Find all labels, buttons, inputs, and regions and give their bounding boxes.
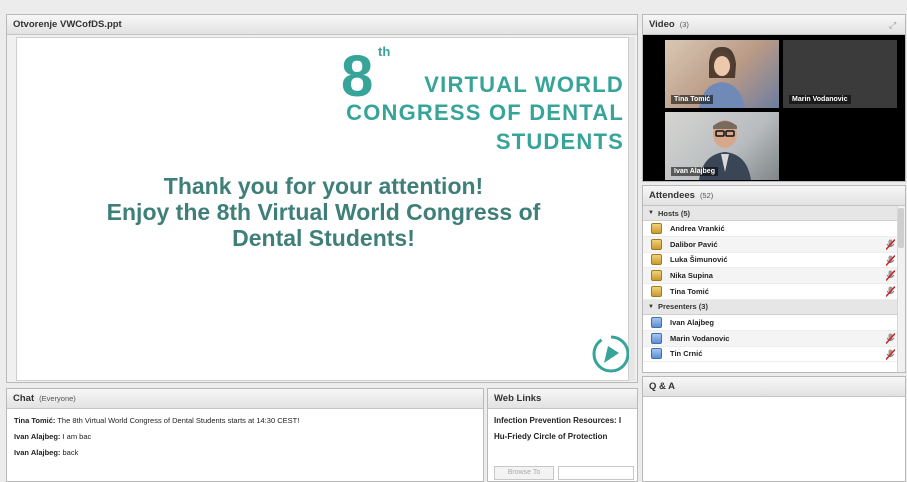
collapse-triangle-icon[interactable]: ▼ bbox=[648, 210, 654, 216]
attendee-name: Tin Crnić bbox=[670, 349, 703, 359]
connect-meeting-room: Otvorenje VWCofDS.ppt 8 th VIRTUAL WORLD… bbox=[0, 0, 907, 482]
hosts-group-label: Hosts (5) bbox=[657, 208, 691, 218]
logo-suffix: th bbox=[378, 44, 391, 59]
presenter-role-icon bbox=[651, 316, 662, 328]
attendee-name: Nika Supina bbox=[670, 271, 713, 281]
qa-pod: Q & A bbox=[642, 376, 906, 482]
attendee-row[interactable]: Dalibor Pavić bbox=[643, 236, 905, 253]
video-feed-name: Tina Tomić bbox=[671, 95, 714, 104]
video-pod-title: Video bbox=[649, 19, 675, 30]
chat-text: The 8th Virtual World Congress of Dental… bbox=[55, 416, 300, 425]
logo-number: 8 bbox=[341, 44, 374, 109]
attendee-row[interactable]: Marin Vodanovic bbox=[643, 330, 905, 347]
presenters-group-label: Presenters (3) bbox=[657, 302, 708, 312]
web-link[interactable]: Infection Prevention Resources: I bbox=[488, 409, 637, 427]
attendee-name: Luka Šimunović bbox=[670, 255, 728, 265]
chat-pod: Chat (Everyone) Tina Tomić: The 8th Virt… bbox=[6, 388, 484, 482]
presentation-slide: 8 th VIRTUAL WORLD CONGRESS OF DENTAL ST… bbox=[16, 37, 630, 381]
microphone-icon bbox=[886, 332, 895, 344]
video-feed[interactable]: Tina Tomić bbox=[665, 40, 779, 108]
presenters-list: Ivan Alajbeg Marin Vodanovic Tin Crnić bbox=[643, 315, 905, 363]
share-pod: Otvorenje VWCofDS.ppt 8 th VIRTUAL WORLD… bbox=[6, 14, 638, 383]
chat-message: Ivan Alajbeg: back bbox=[7, 443, 483, 459]
video-feed-name: Ivan Alajbeg bbox=[671, 167, 718, 176]
chat-author: Tina Tomić: bbox=[14, 416, 56, 425]
chat-scope[interactable]: (Everyone) bbox=[39, 394, 76, 403]
logo-line-2: CONGRESS OF DENTAL bbox=[346, 100, 624, 125]
slide-message-line-3: Dental Students! bbox=[232, 225, 415, 251]
chat-messages: Tina Tomić: The 8th Virtual World Congre… bbox=[7, 409, 483, 459]
attendee-row[interactable]: Nika Supina bbox=[643, 268, 905, 285]
hosts-group-header[interactable]: ▼ Hosts (5) bbox=[643, 206, 905, 221]
expand-icon[interactable]: ⤢ bbox=[889, 20, 899, 30]
attendees-pod-header: Attendees (52) bbox=[643, 186, 905, 206]
attendee-name: Andrea Vrankić bbox=[670, 223, 725, 233]
microphone-icon bbox=[886, 348, 895, 360]
host-role-icon bbox=[651, 286, 662, 298]
video-count: (3) bbox=[679, 20, 689, 29]
hosts-list: Andrea Vrankić Dalibor Pavić Luka Šimuno… bbox=[643, 221, 905, 300]
chat-author: Ivan Alajbeg: bbox=[14, 448, 61, 457]
qa-pod-header: Q & A bbox=[643, 377, 905, 397]
chat-text: I am bac bbox=[60, 432, 92, 441]
attendees-list: ▼ Hosts (5) Andrea Vrankić Dalibor Pavić… bbox=[643, 206, 905, 363]
attendee-row[interactable]: Tin Crnić bbox=[643, 347, 905, 363]
chat-author: Ivan Alajbeg: bbox=[14, 432, 61, 441]
video-feed-name: Marin Vodanovic bbox=[789, 95, 851, 104]
host-role-icon bbox=[651, 254, 662, 266]
congress-logo-mark-icon bbox=[592, 335, 630, 373]
web-links-pod: Web Links Infection Prevention Resources… bbox=[487, 388, 638, 482]
video-pod: Video (3) ⤢ Tina Tomić Marin Vodanovic I… bbox=[642, 14, 906, 182]
chat-pod-title: Chat bbox=[13, 393, 35, 404]
attendees-pod: Attendees (52) ▼ Hosts (5) Andrea Vranki… bbox=[642, 185, 906, 373]
slide-message-line-2: Enjoy the 8th Virtual World Congress of bbox=[106, 199, 541, 225]
logo-line-1: VIRTUAL WORLD bbox=[424, 72, 624, 97]
host-role-icon bbox=[651, 270, 662, 282]
chat-message: Ivan Alajbeg: I am bac bbox=[7, 427, 483, 443]
attendee-name: Dalibor Pavić bbox=[670, 239, 718, 249]
host-role-icon bbox=[651, 222, 662, 234]
attendee-name: Tina Tomić bbox=[670, 287, 709, 297]
attendee-row[interactable]: Ivan Alajbeg bbox=[643, 315, 905, 331]
attendee-row[interactable]: Tina Tomić bbox=[643, 284, 905, 300]
web-links-pod-header: Web Links bbox=[488, 389, 637, 409]
video-feed[interactable]: Ivan Alajbeg bbox=[665, 112, 779, 180]
video-feed[interactable]: Marin Vodanovic bbox=[783, 40, 897, 108]
presenter-role-icon bbox=[651, 348, 662, 360]
share-pod-title: Otvorenje VWCofDS.ppt bbox=[13, 19, 122, 30]
attendee-name: Ivan Alajbeg bbox=[670, 317, 714, 327]
presenters-group-header[interactable]: ▼ Presenters (3) bbox=[643, 299, 905, 315]
attendee-row[interactable]: Luka Šimunović bbox=[643, 253, 905, 269]
browse-to-button[interactable]: Browse To bbox=[494, 466, 554, 480]
attendees-scroll-thumb[interactable] bbox=[898, 208, 904, 248]
video-pod-header: Video (3) ⤢ bbox=[643, 15, 905, 35]
logo-line-3: STUDENTS bbox=[495, 129, 624, 154]
slide-message-line-1: Thank you for your attention! bbox=[163, 173, 484, 199]
host-role-icon bbox=[651, 238, 662, 250]
share-pod-header: Otvorenje VWCofDS.ppt bbox=[7, 15, 637, 35]
attendees-count: (52) bbox=[699, 191, 714, 200]
presenter-role-icon bbox=[651, 332, 662, 344]
chat-message: Tina Tomić: The 8th Virtual World Congre… bbox=[7, 411, 483, 427]
microphone-icon bbox=[886, 238, 895, 250]
microphone-icon bbox=[886, 254, 895, 266]
browse-url-field[interactable] bbox=[558, 466, 634, 480]
qa-pod-title: Q & A bbox=[649, 381, 676, 392]
share-scrollbar[interactable] bbox=[629, 37, 635, 381]
collapse-triangle-icon[interactable]: ▼ bbox=[648, 304, 654, 310]
web-link[interactable]: Hu-Friedy Circle of Protection bbox=[488, 427, 637, 443]
microphone-icon bbox=[886, 286, 895, 298]
attendee-name: Marin Vodanovic bbox=[670, 333, 730, 343]
attendee-row[interactable]: Andrea Vrankić bbox=[643, 221, 905, 237]
chat-text: back bbox=[60, 448, 79, 457]
web-links-pod-title: Web Links bbox=[494, 393, 542, 404]
microphone-icon bbox=[886, 270, 895, 282]
attendees-pod-title: Attendees bbox=[649, 190, 695, 201]
chat-pod-header: Chat (Everyone) bbox=[7, 389, 483, 409]
